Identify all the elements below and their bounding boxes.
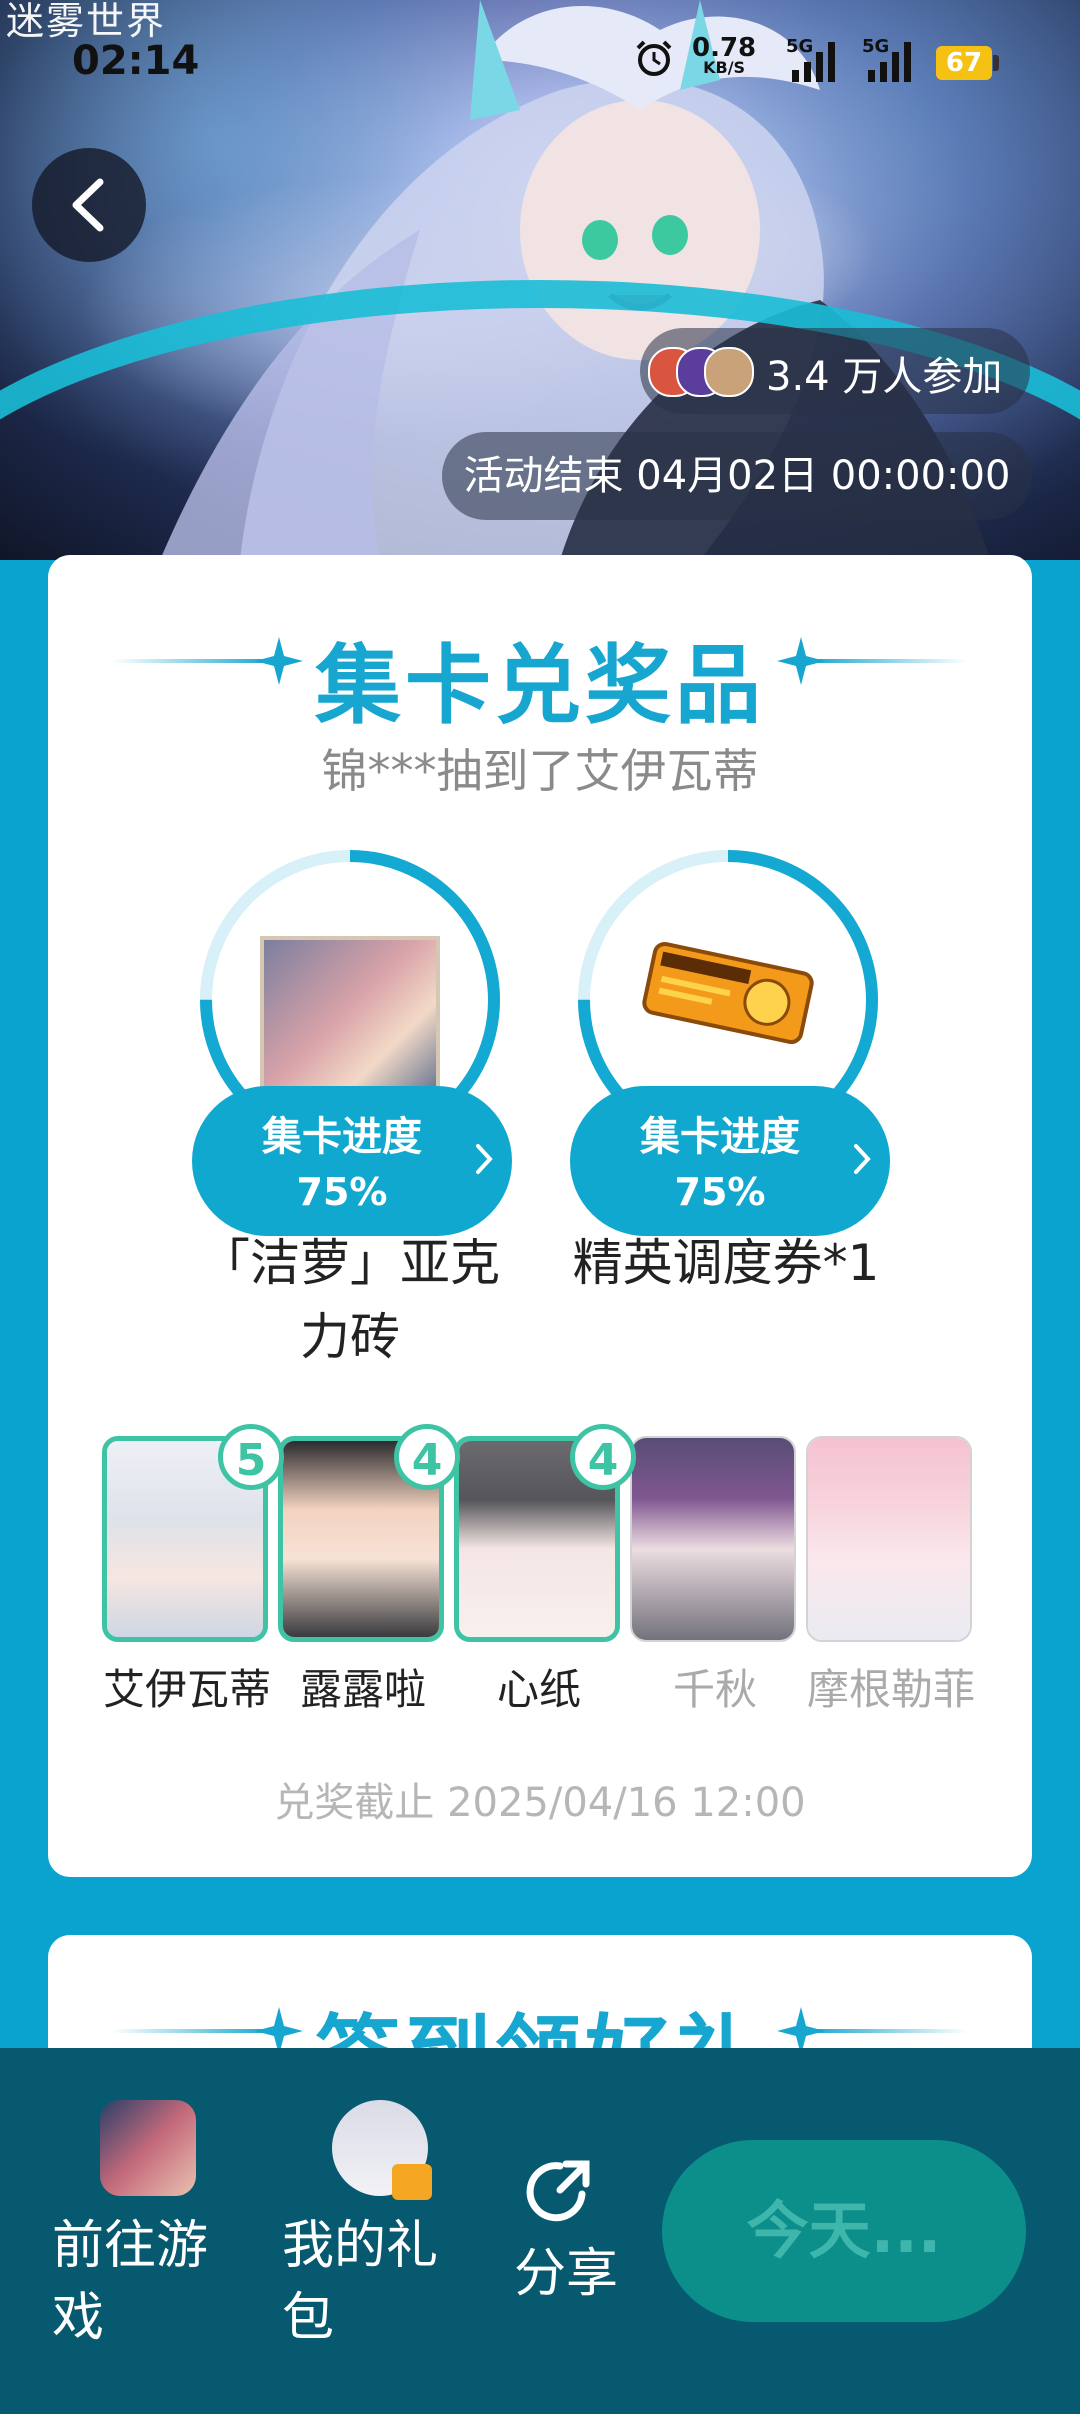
my-gifts-label: 我的礼包: [282, 2216, 439, 2348]
avatar: [704, 347, 754, 397]
share-button[interactable]: 分享: [510, 2150, 640, 2310]
network-speed: 0.78 KB/S: [692, 33, 757, 78]
chevron-right-icon: [854, 1144, 871, 1174]
character-name: 艾伊瓦蒂: [102, 1665, 271, 1714]
collect-progress-button[interactable]: 集卡进度 75%: [192, 1086, 512, 1236]
character-portrait: [808, 1438, 970, 1640]
character-name: 摩根勒菲: [806, 1665, 975, 1714]
prize-name-line1: 精英调度券*1: [572, 1234, 880, 1292]
signal-icon: [792, 42, 835, 82]
battery-cap: [993, 55, 999, 71]
goto-game-button[interactable]: 前往游戏: [52, 2100, 252, 2360]
collect-card-title: 集卡兑奖品: [315, 636, 765, 736]
card-count-badge: 4: [570, 1424, 636, 1490]
collect-progress-button-2[interactable]: 集卡进度 75%: [570, 1086, 890, 1236]
progress-label: 集卡进度: [262, 1114, 422, 1160]
gift-icon: [392, 2164, 432, 2200]
event-end-time: 活动结束 04月02日 00:00:00: [442, 432, 1032, 520]
participants-count: 3.4 万人参加: [766, 354, 1003, 400]
battery-icon: 67: [936, 46, 992, 80]
goto-game-label: 前往游戏: [52, 2216, 209, 2348]
today-signin-button[interactable]: 今天...: [662, 2140, 1026, 2322]
status-time: 02:14: [72, 38, 200, 84]
character-card-qianqiu[interactable]: [630, 1436, 796, 1642]
signal-icon-2: [868, 42, 911, 82]
title-deco-line-right: [808, 659, 968, 663]
prize-name: 「洁萝」亚克 力砖: [180, 1226, 520, 1374]
chevron-right-icon: [476, 1144, 493, 1174]
my-gifts-button[interactable]: 我的礼包: [282, 2100, 482, 2360]
character-name: 露露啦: [299, 1665, 426, 1714]
card-count-badge: 5: [218, 1424, 284, 1490]
prize-name-2: 精英调度券*1: [556, 1226, 896, 1300]
character-name: 心纸: [496, 1665, 581, 1714]
game-app-icon: [100, 2100, 196, 2196]
title-deco-line-right: [808, 2029, 968, 2033]
participant-avatars: [648, 347, 758, 397]
character-portrait: [632, 1438, 794, 1640]
alarm-icon: [636, 40, 672, 76]
net-speed-value: 0.78: [692, 33, 757, 63]
elite-ticket-icon: [642, 941, 814, 1045]
card-count-badge: 4: [394, 1424, 460, 1490]
share-icon: [526, 2160, 590, 2222]
draw-broadcast: 锦***抽到了艾伊瓦蒂: [321, 744, 759, 798]
gift-avatar-icon: [332, 2100, 432, 2200]
acrylic-brick-image: [260, 936, 440, 1106]
prize-name-line2: 力砖: [300, 1308, 400, 1366]
redeem-deadline: 兑奖截止 2025/04/16 12:00: [274, 1780, 806, 1826]
progress-percent: 75%: [296, 1170, 388, 1214]
character-card-morgan[interactable]: [806, 1436, 972, 1642]
character-name: 千秋: [672, 1665, 757, 1714]
back-button[interactable]: [32, 148, 146, 262]
progress-percent: 75%: [674, 1170, 766, 1214]
character-card-row: 5 4 4: [0, 1424, 1080, 1656]
chevron-left-icon: [72, 178, 104, 232]
status-bar: 迷雾世界 02:14 0.78 KB/S 5G 5G 67: [0, 0, 1080, 120]
share-label: 分享: [514, 2244, 619, 2304]
prize-name-line1: 「洁萝」亚克: [200, 1234, 500, 1292]
progress-label: 集卡进度: [640, 1114, 800, 1160]
